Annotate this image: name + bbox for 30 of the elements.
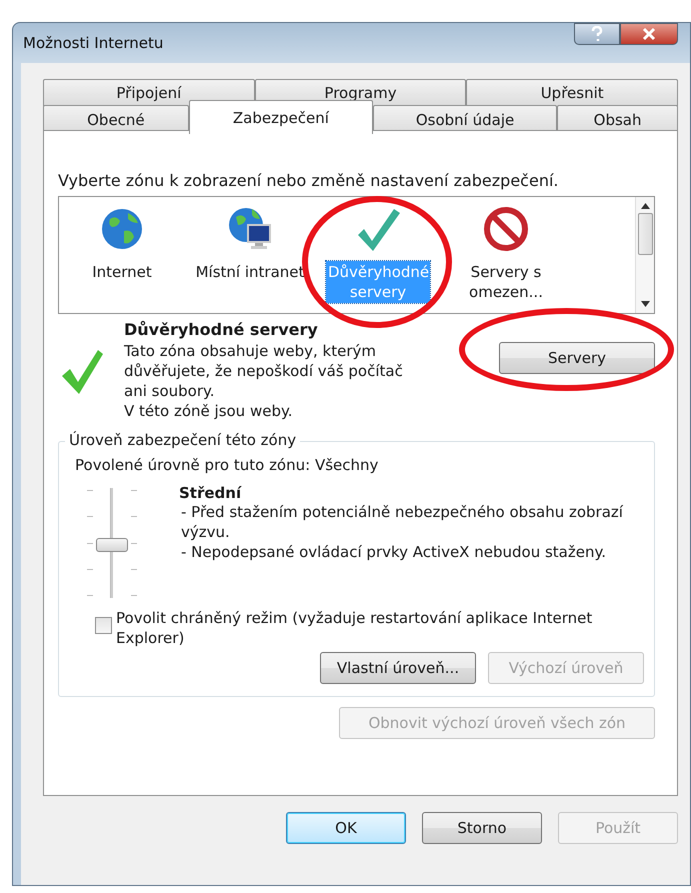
scroll-up-icon[interactable] xyxy=(640,203,650,209)
zone-description: Tato zóna obsahuje weby, kterým důvěřujete, že nepoškodí váš počítač ani soubory. xyxy=(124,341,404,401)
group-legend: Úroveň zabezpečení této zóny xyxy=(65,431,300,449)
tab[interactable]: Připojení xyxy=(43,79,255,106)
prohibited-icon xyxy=(482,205,530,253)
ok-button[interactable]: OK xyxy=(286,812,406,844)
level-description: - Před stažením potenciálně nebezpečného obsahu zobrazí výzvu. xyxy=(180,502,624,542)
close-icon xyxy=(642,27,656,41)
zone-prompt: Vyberte zónu k zobrazení nebo změně nastavení zabezpečení. xyxy=(58,171,560,190)
zone-item[interactable]: Servery s omezen... xyxy=(443,205,569,313)
help-icon xyxy=(591,26,603,42)
custom-level-button[interactable]: Vlastní úroveň... xyxy=(320,652,476,684)
window-title: Možnosti Internetu xyxy=(22,34,164,52)
allowed-levels-text: Povolené úrovně pro tuto zónu: Všechny xyxy=(75,456,380,474)
tab[interactable]: Upřesnit xyxy=(466,79,678,106)
zone-description: V této zóně jsou weby. xyxy=(124,401,294,421)
slider-thumb[interactable] xyxy=(96,538,128,552)
zone-title: Důvěryhodné servery xyxy=(124,320,319,339)
scroll-down-icon[interactable] xyxy=(640,301,650,307)
servers-button[interactable]: Servery xyxy=(499,342,655,374)
checkbox[interactable] xyxy=(95,617,112,634)
checkbox-label[interactable]: Povolit chráněný režim (vyžaduje restartování aplikace Internet Explorer) xyxy=(116,608,644,648)
cancel-button[interactable]: Storno xyxy=(422,812,542,844)
tab[interactable]: Zabezpečení xyxy=(188,100,373,134)
help-button[interactable] xyxy=(574,23,620,45)
zone-item[interactable]: Internet xyxy=(59,205,185,313)
level-name: Střední xyxy=(179,484,243,502)
scroll-bar[interactable] xyxy=(635,197,654,313)
close-button[interactable] xyxy=(620,23,678,45)
level-description: - Nepodepsané ovládací prvky ActiveX nebudou staženy. xyxy=(180,542,607,562)
